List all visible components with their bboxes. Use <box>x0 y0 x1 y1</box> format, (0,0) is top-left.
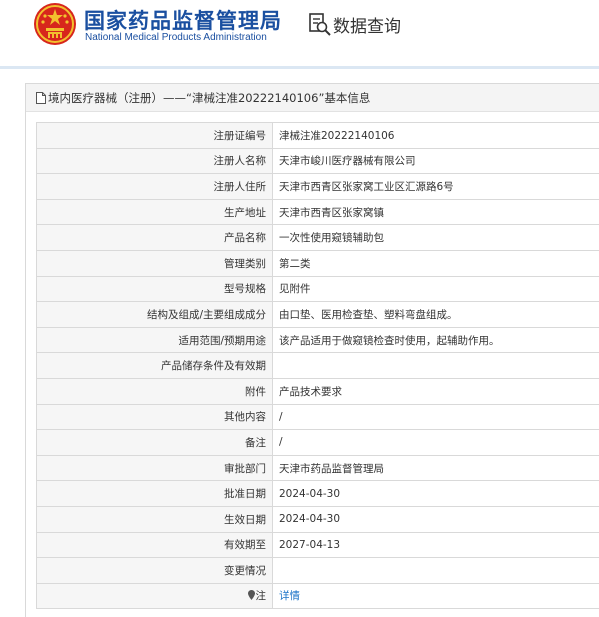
field-value: 见附件 <box>272 275 599 303</box>
field-value: 天津市西青区张家窝镇 <box>272 198 599 226</box>
field-value: 2027-04-13 <box>272 531 599 559</box>
details-link[interactable]: 详情 <box>279 590 300 602</box>
field-label: 型号规格 <box>36 275 273 303</box>
table-row: 注册人住所 天津市西青区张家窝工业区汇源路6号 <box>36 173 599 200</box>
field-label: 注册证编号 <box>36 122 273 149</box>
detail-panel: 境内医疗器械（注册）——“津械注准20222140106”基本信息 注册证编号津… <box>25 83 599 617</box>
registration-info-table: 注册证编号 津械注准20222140106 注册人名称 天津市峻川医疗器械有限公司 注册… <box>36 122 599 610</box>
field-label: 管理类别 <box>36 249 273 277</box>
field-label: 生产地址 <box>36 198 273 226</box>
table-row: 型号规格 见附件 <box>36 275 599 303</box>
field-label: 附件 <box>36 377 273 405</box>
table-row: 其他内容 / <box>36 403 599 431</box>
field-value: 一次性使用窥镜辅助包 <box>272 224 599 251</box>
table-row: 结构及组成/主要组成成分 由口垫、医用检查垫、塑料弯盘组成。 <box>36 301 599 328</box>
site-title[interactable]: 国家药品监督管理局 <box>84 5 282 35</box>
field-value: / <box>272 429 599 456</box>
field-label: 审批部门 <box>36 454 273 482</box>
field-value: 第二类 <box>272 249 599 277</box>
table-row: 有效期至 2027-04-13 <box>36 531 599 559</box>
field-value: 2024-04-30 <box>272 505 599 533</box>
table-row: 产品储存条件及有效期 <box>36 352 599 379</box>
site-header: 国家药品监督管理局 National Medical Products Admi… <box>0 0 599 66</box>
field-label: 产品名称 <box>36 224 273 251</box>
field-value <box>272 557 599 584</box>
table-row: 注册证编号 津械注准20222140106 <box>36 122 599 149</box>
table-row: 适用范围/预期用途 该产品适用于做窥镜检查时使用，起辅助作用。 <box>36 326 599 354</box>
field-label: 生效日期 <box>36 505 273 533</box>
table-row: 生产地址 天津市西青区张家窝镇 <box>36 198 599 226</box>
field-label: 注册人住所 <box>36 173 273 200</box>
field-value: 该产品适用于做窥镜检查时使用，起辅助作用。 <box>272 326 599 354</box>
table-row: 备注 / <box>36 429 599 456</box>
field-value: 津械注准20222140106 <box>272 122 599 149</box>
field-value: 由口垫、医用检查垫、塑料弯盘组成。 <box>272 301 599 328</box>
data-query-label[interactable]: 数据查询 <box>333 12 401 37</box>
field-label: 变更情况 <box>36 557 273 584</box>
table-row: 生效日期 2024-04-30 <box>36 505 599 533</box>
field-value: 天津市峻川医疗器械有限公司 <box>272 147 599 175</box>
table-row: 注册人名称 天津市峻川医疗器械有限公司 <box>36 147 599 175</box>
field-label: 注 <box>36 582 273 610</box>
table-row: 注详情 <box>36 582 599 610</box>
data-query-icon <box>309 13 331 36</box>
table-row: 批准日期 2024-04-30 <box>36 480 599 507</box>
site-title-en[interactable]: National Medical Products Administration <box>85 32 267 43</box>
field-value: 产品技术要求 <box>272 377 599 405</box>
field-value: 天津市西青区张家窝工业区汇源路6号 <box>272 173 599 200</box>
panel-header: 境内医疗器械（注册）——“津械注准20222140106”基本信息 <box>26 84 599 112</box>
field-value: 详情 <box>272 582 599 610</box>
header-divider <box>0 66 599 69</box>
field-label: 适用范围/预期用途 <box>36 326 273 354</box>
field-label: 批准日期 <box>36 480 273 507</box>
note-label: 注 <box>255 590 267 603</box>
field-label: 结构及组成/主要组成成分 <box>36 301 273 328</box>
field-label: 产品储存条件及有效期 <box>36 352 273 379</box>
location-pin-icon <box>247 590 255 601</box>
national-emblem-icon <box>34 3 76 45</box>
table-row: 附件 产品技术要求 <box>36 377 599 405</box>
table-row: 管理类别 第二类 <box>36 249 599 277</box>
field-value: / <box>272 403 599 431</box>
document-icon <box>36 92 46 104</box>
field-value <box>272 352 599 379</box>
table-row: 变更情况 <box>36 557 599 584</box>
field-value: 天津市药品监督管理局 <box>272 454 599 482</box>
field-label: 有效期至 <box>36 531 273 559</box>
field-label: 其他内容 <box>36 403 273 431</box>
panel-title: 境内医疗器械（注册）——“津械注准20222140106”基本信息 <box>48 91 371 105</box>
field-label: 注册人名称 <box>36 147 273 175</box>
table-row: 审批部门 天津市药品监督管理局 <box>36 454 599 482</box>
table-row: 产品名称 一次性使用窥镜辅助包 <box>36 224 599 251</box>
field-value: 2024-04-30 <box>272 480 599 507</box>
field-label: 备注 <box>36 429 273 456</box>
